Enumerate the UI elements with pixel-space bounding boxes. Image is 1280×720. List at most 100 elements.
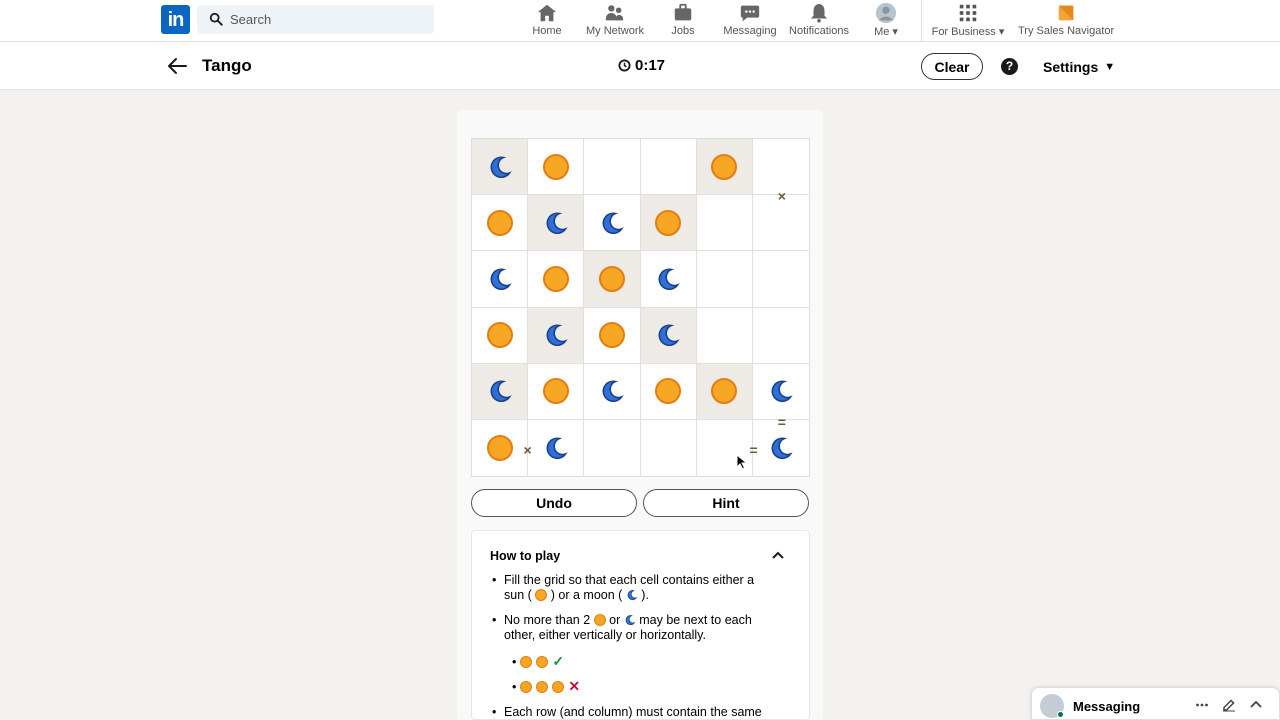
chevron-down-icon: ▾	[892, 26, 898, 38]
sun-icon	[598, 322, 625, 349]
nav-jobs[interactable]: Jobs	[663, 2, 703, 40]
nav-me-label: Me	[874, 26, 890, 38]
rule-2: • No more than 2 or may be next to each …	[492, 613, 782, 643]
moon-icon	[602, 380, 624, 403]
check-icon: ✓	[552, 653, 565, 669]
settings-button[interactable]: Settings ▼	[1043, 59, 1115, 75]
grid-cell	[696, 363, 753, 420]
undo-button[interactable]: Undo	[471, 489, 637, 517]
grid-cell[interactable]	[696, 307, 753, 364]
avatar	[1040, 694, 1064, 718]
grid-cell[interactable]	[640, 139, 697, 196]
rule-1: • Fill the grid so that each cell contai…	[492, 573, 782, 603]
network-icon	[605, 5, 624, 21]
briefcase-icon	[674, 3, 692, 21]
sun-icon	[552, 680, 565, 693]
constraint-marker: =	[777, 413, 786, 430]
grid-cell[interactable]	[584, 139, 641, 196]
grid-cell[interactable]	[528, 419, 585, 476]
sun-icon	[520, 680, 533, 693]
search-box[interactable]	[197, 5, 434, 34]
grid-cell[interactable]	[640, 251, 697, 308]
nav-home[interactable]: Home	[527, 2, 567, 40]
hint-button[interactable]: Hint	[643, 489, 809, 517]
nav-sales-navigator-label: Try Sales Navigator	[1018, 25, 1115, 37]
sun-icon	[598, 265, 625, 292]
sun-icon	[711, 153, 738, 180]
chevron-up-icon[interactable]	[771, 549, 785, 561]
grid-cell[interactable]	[696, 251, 753, 308]
grid-cell[interactable]	[696, 195, 753, 252]
rule-2-prefix: No more than 2	[504, 613, 591, 627]
timer-value: 0:17	[635, 57, 666, 74]
grid-cell[interactable]	[528, 251, 585, 308]
compose-icon[interactable]	[1222, 698, 1236, 712]
nav-jobs-label: Jobs	[671, 25, 695, 37]
sun-icon	[711, 378, 738, 405]
constraint-marker: ×	[523, 441, 532, 458]
tango-grid: × = × =	[471, 138, 810, 477]
moon-icon	[490, 156, 512, 178]
grid-cell[interactable]	[528, 363, 585, 420]
search-input[interactable]	[230, 5, 425, 34]
messaging-icon	[740, 5, 760, 22]
nav-home-label: Home	[532, 25, 562, 37]
back-arrow-icon[interactable]	[166, 56, 188, 76]
grid-cell[interactable]	[472, 251, 529, 308]
clear-button[interactable]: Clear	[921, 53, 983, 80]
grid-cell[interactable]	[752, 364, 809, 420]
grid-cell[interactable]	[752, 251, 809, 308]
nav-me[interactable]: Me ▾	[868, 2, 904, 40]
linkedin-logo[interactable]: in	[161, 5, 190, 34]
grid-cell[interactable]	[528, 139, 585, 196]
grid-cell	[640, 307, 697, 364]
online-status-dot	[1057, 711, 1064, 718]
sun-icon	[486, 209, 513, 236]
example-invalid: • ✕	[512, 678, 581, 694]
sun-icon	[535, 589, 548, 601]
nav-sales-navigator[interactable]: Try Sales Navigator	[1018, 2, 1114, 40]
rule-3: • Each row (and column) must contain the…	[492, 705, 782, 720]
clock-icon	[618, 59, 631, 72]
grid-cell[interactable]	[752, 195, 809, 252]
grid-cell	[528, 195, 585, 252]
sun-icon	[486, 434, 513, 461]
grid-cell[interactable]	[640, 363, 697, 420]
messaging-overlay[interactable]: Messaging	[1031, 687, 1280, 720]
rule-1-line-1: Fill the grid so that each cell contains…	[504, 573, 755, 587]
chevron-up-icon[interactable]	[1249, 698, 1263, 712]
grid-cell[interactable]	[641, 419, 697, 476]
moon-icon	[658, 324, 680, 347]
nav-messaging[interactable]: Messaging	[722, 2, 778, 40]
avatar	[875, 2, 897, 24]
rule-2-line-2: other, either vertically or horizontally…	[504, 628, 706, 642]
nav-notifications[interactable]: Notifications	[787, 2, 851, 40]
help-icon[interactable]: ?	[1001, 58, 1018, 75]
grid-cell[interactable]	[752, 308, 809, 364]
grid-cell[interactable]	[472, 195, 529, 252]
grid-cell[interactable]	[584, 419, 641, 476]
grid-cell[interactable]	[472, 307, 529, 364]
grid-cell[interactable]	[472, 419, 529, 476]
sun-icon	[542, 265, 569, 292]
how-to-play-title[interactable]: How to play	[490, 549, 560, 563]
cross-icon: ✕	[568, 678, 581, 694]
grid-cell[interactable]	[752, 139, 809, 196]
moon-icon	[490, 268, 512, 290]
sun-icon	[536, 655, 549, 668]
grid-icon	[959, 4, 977, 22]
grid-cell[interactable]	[584, 195, 641, 252]
nav-my-network[interactable]: My Network	[584, 2, 646, 40]
moon-icon	[546, 212, 568, 234]
rule-1-sun-text: sun (	[504, 588, 532, 602]
messaging-label[interactable]: Messaging	[1073, 699, 1140, 714]
sales-navigator-icon	[1058, 5, 1074, 21]
moon-icon	[658, 268, 680, 290]
grid-cell[interactable]	[584, 307, 641, 364]
rule-1-end: ).	[641, 588, 649, 602]
grid-cell[interactable]	[584, 363, 641, 420]
nav-for-business[interactable]: For Business ▾	[930, 2, 1006, 40]
constraint-marker: ×	[777, 187, 786, 204]
more-options-icon[interactable]	[1195, 698, 1209, 712]
sun-icon	[655, 378, 682, 405]
